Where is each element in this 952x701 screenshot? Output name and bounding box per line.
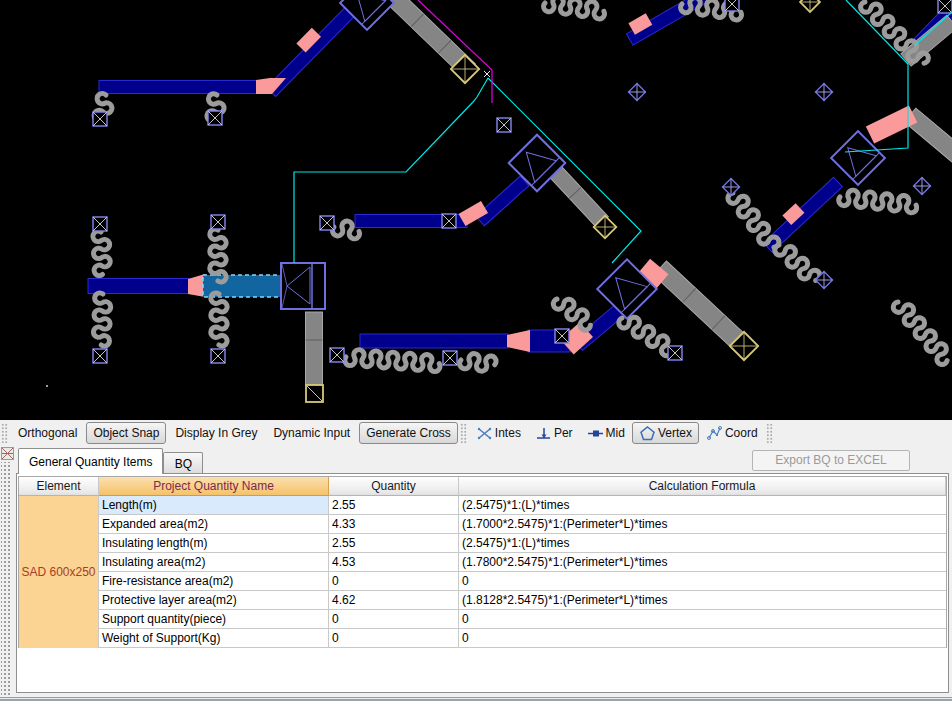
- midpoint-icon: [587, 425, 604, 441]
- toolbar-toggle-generate-cross[interactable]: Generate Cross: [359, 422, 458, 444]
- perpendicular-icon: [535, 425, 552, 441]
- panel-tabs: General Quantity ItemsBQ: [18, 447, 203, 474]
- column-header-quantity[interactable]: Quantity: [329, 477, 459, 496]
- snap-label: Intes: [495, 426, 521, 440]
- snap-toggle-mid[interactable]: Mid: [580, 422, 632, 444]
- tab-general-quantity-items[interactable]: General Quantity Items: [18, 448, 163, 474]
- table-row[interactable]: Weight of Support(Kg)00: [99, 629, 946, 648]
- formula-cell[interactable]: 0: [459, 572, 946, 591]
- column-header-element[interactable]: Element: [19, 477, 99, 496]
- window-bottom-edge: [0, 696, 952, 701]
- table-row[interactable]: Length(m)2.55(2.5475)*1:(L)*times: [99, 496, 946, 515]
- quantity-name-cell[interactable]: Insulating length(m): [99, 534, 329, 553]
- snap-label: Vertex: [658, 426, 692, 440]
- quantity-value-cell[interactable]: 0: [329, 629, 459, 648]
- formula-cell[interactable]: (1.7000*2.5475)*1:(Perimeter*L)*times: [459, 515, 946, 534]
- quantity-name-cell[interactable]: Length(m): [99, 496, 329, 515]
- quantity-value-cell[interactable]: 2.55: [329, 496, 459, 515]
- intersection-icon: [476, 425, 493, 441]
- snap-toggle-coord[interactable]: Coord: [699, 422, 765, 444]
- export-bq-button[interactable]: Export BQ to EXCEL: [752, 450, 910, 471]
- drafting-toolbar: OrthogonalObject SnapDisplay In GreyDyna…: [0, 420, 952, 446]
- panel-grip[interactable]: [1, 462, 12, 697]
- coordinate-icon: [706, 425, 723, 441]
- quantity-name-cell[interactable]: Protective layer area(m2): [99, 591, 329, 610]
- toolbar-toggle-object-snap[interactable]: Object Snap: [86, 422, 166, 444]
- table-row[interactable]: Insulating area(m2)4.53(1.7800*2.5475)*1…: [99, 553, 946, 572]
- table-row[interactable]: Protective layer area(m2)4.62(1.8128*2.5…: [99, 591, 946, 610]
- element-cell[interactable]: SAD 600x250: [19, 496, 99, 648]
- formula-cell[interactable]: (1.7800*2.5475)*1:(Perimeter*L)*times: [459, 553, 946, 572]
- quantity-name-cell[interactable]: Insulating area(m2): [99, 553, 329, 572]
- quantity-name-cell[interactable]: Expanded area(m2): [99, 515, 329, 534]
- toolbar-grip[interactable]: [766, 423, 773, 443]
- general-quantity-page: ElementProject Quantity NameQuantityCalc…: [16, 473, 949, 693]
- toolbar-toggle-dynamic-input[interactable]: Dynamic Input: [266, 422, 357, 444]
- quantity-value-cell[interactable]: 0: [329, 610, 459, 629]
- quantity-table: ElementProject Quantity NameQuantityCalc…: [18, 476, 947, 648]
- table-row[interactable]: Insulating length(m)2.55(2.5475)*1:(L)*t…: [99, 534, 946, 553]
- quantity-name-cell[interactable]: Weight of Support(Kg): [99, 629, 329, 648]
- quantity-name-cell[interactable]: Fire-resistance area(m2): [99, 572, 329, 591]
- formula-cell[interactable]: (2.5475)*1:(L)*times: [459, 534, 946, 553]
- quantity-value-cell[interactable]: 2.55: [329, 534, 459, 553]
- formula-cell[interactable]: (2.5475)*1:(L)*times: [459, 496, 946, 515]
- table-row[interactable]: Fire-resistance area(m2)00: [99, 572, 946, 591]
- tab-bq[interactable]: BQ: [163, 452, 203, 474]
- quantity-value-cell[interactable]: 0: [329, 572, 459, 591]
- column-header-project-quantity-name[interactable]: Project Quantity Name: [99, 477, 329, 496]
- snap-toggle-per[interactable]: Per: [528, 422, 580, 444]
- quantity-panel: General Quantity ItemsBQ Export BQ to EX…: [0, 446, 952, 701]
- toolbar-grip[interactable]: [460, 423, 467, 443]
- formula-cell[interactable]: 0: [459, 610, 946, 629]
- formula-cell[interactable]: 0: [459, 629, 946, 648]
- quantity-value-cell[interactable]: 4.62: [329, 591, 459, 610]
- formula-cell[interactable]: (1.8128*2.5475)*1:(Perimeter*L)*times: [459, 591, 946, 610]
- quantity-value-cell[interactable]: 4.53: [329, 553, 459, 572]
- snap-toggle-intes[interactable]: Intes: [469, 422, 528, 444]
- snap-toggle-vertex[interactable]: Vertex: [632, 422, 699, 444]
- toolbar-grip[interactable]: [1, 423, 8, 443]
- toolbar-toggle-orthogonal[interactable]: Orthogonal: [11, 422, 84, 444]
- quantity-name-cell[interactable]: Support quantity(piece): [99, 610, 329, 629]
- table-row[interactable]: Expanded area(m2)4.33(1.7000*2.5475)*1:(…: [99, 515, 946, 534]
- cad-canvas[interactable]: [0, 0, 952, 420]
- snap-label: Mid: [606, 426, 625, 440]
- toolbar-toggle-display-in-grey[interactable]: Display In Grey: [168, 422, 264, 444]
- column-header-calculation-formula[interactable]: Calculation Formula: [459, 477, 946, 496]
- vertex-icon: [639, 425, 656, 441]
- panel-pin-icon[interactable]: [1, 447, 14, 460]
- snap-label: Coord: [725, 426, 758, 440]
- quantity-value-cell[interactable]: 4.33: [329, 515, 459, 534]
- table-row[interactable]: Support quantity(piece)00: [99, 610, 946, 629]
- snap-label: Per: [554, 426, 573, 440]
